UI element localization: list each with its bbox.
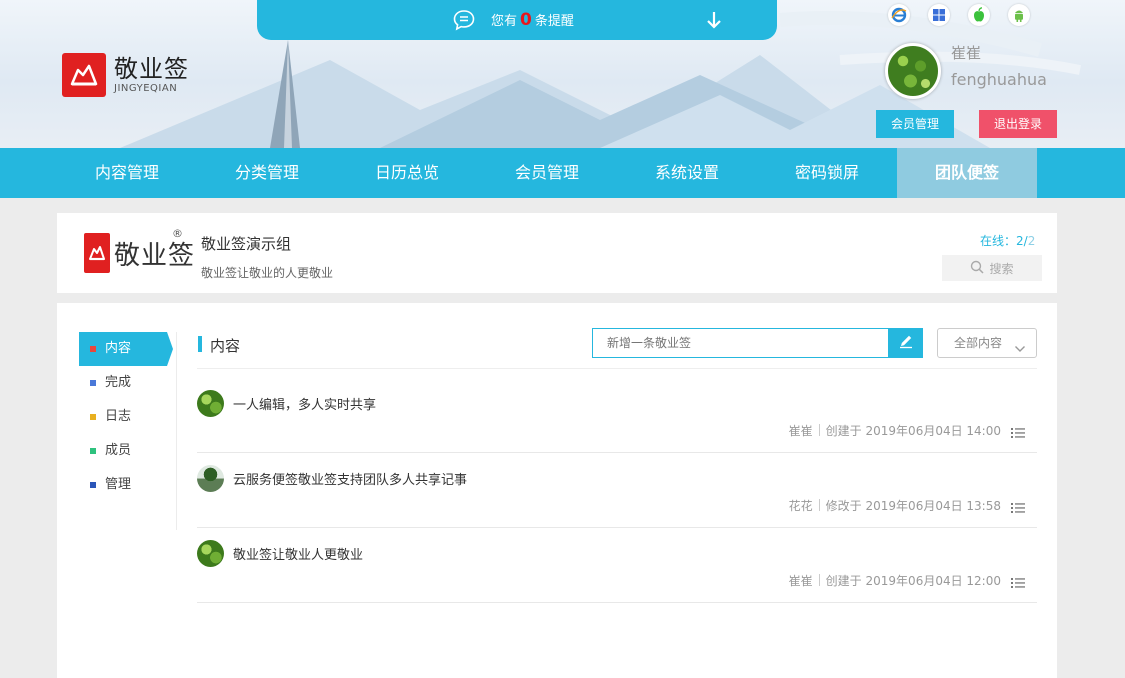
team-logo-text: 敬业签 [114,240,196,271]
meta-divider [818,499,820,511]
registered-mark: ® [172,227,183,240]
team-name: 敬业签演示组 [201,235,292,253]
note-meta: 崔崔 创建于 2019年06月04日 12:00 [789,572,1001,589]
sidebar-item-log[interactable]: 日志 [79,400,176,434]
nav-member-management[interactable]: 会员管理 [477,148,617,198]
bullet-icon [90,380,96,386]
sidebar-item-label: 完成 [105,375,132,390]
sidebar-item-manage[interactable]: 管理 [79,468,176,502]
bullet-icon [90,448,96,454]
header: 敬业签 JINGYEQIAN 您有 0 条提醒 崔崔 fenghuahua 会员… [0,0,1125,148]
note-action: 创建于 [825,574,862,588]
reminder-prefix: 您有 [491,14,518,29]
search-label: 搜索 [989,261,1014,276]
bullet-icon [90,482,96,488]
nav-calendar-overview[interactable]: 日历总览 [337,148,477,198]
android-icon[interactable] [1008,4,1030,26]
sidebar-item-label: 内容 [105,341,132,356]
team-description: 敬业签让敬业的人更敬业 [201,266,334,280]
author-avatar [197,465,224,492]
team-logo: 敬业签 ® [84,227,196,273]
filter-label: 全部内容 [954,336,1003,350]
reminder-count: 0 [520,10,532,30]
sidebar-item-completed[interactable]: 完成 [79,366,176,400]
note-action: 修改于 [825,499,862,513]
chevron-down-icon [1014,337,1026,365]
section-marker [198,336,202,352]
team-search-button[interactable]: 搜索 [942,255,1042,281]
sidebar: 内容 完成 日志 成员 管理 [79,332,177,530]
reminder-bar[interactable]: 您有 0 条提醒 [257,0,777,40]
list-menu-icon[interactable] [1011,424,1025,443]
online-status: 在线：2/2 [980,232,1035,249]
note-title[interactable]: 一人编辑，多人实时共享 [233,394,376,413]
meta-divider [818,424,820,436]
section-title: 内容 [210,337,241,355]
note-author: 崔崔 [788,424,813,438]
divider [197,368,1037,369]
search-icon [970,260,985,277]
apple-icon[interactable] [968,4,990,26]
member-management-button[interactable]: 会员管理 [876,110,954,138]
content-filter-dropdown[interactable]: 全部内容 [937,328,1037,358]
note-action: 创建于 [825,424,862,438]
add-note-button[interactable] [888,328,923,358]
nav-category-management[interactable]: 分类管理 [197,148,337,198]
list-menu-icon[interactable] [1011,499,1025,518]
new-note-input[interactable] [592,328,889,358]
nav-password-lock[interactable]: 密码锁屏 [757,148,897,198]
nav-team-notes[interactable]: 团队便签 [897,148,1037,198]
nav-content-management[interactable]: 内容管理 [57,148,197,198]
meta-divider [818,574,820,586]
note-author: 花花 [788,499,813,513]
note-item[interactable]: 云服务便签敬业签支持团队多人共享记事 花花 修改于 2019年06月04日 13:… [197,453,1037,528]
chat-bubble-icon [452,8,476,36]
sidebar-item-label: 管理 [105,477,132,492]
user-avatar[interactable] [885,43,941,99]
author-avatar [197,390,224,417]
note-time: 2019年06月04日 12:00 [865,574,1001,588]
main-nav: 内容管理 分类管理 日历总览 会员管理 系统设置 密码锁屏 团队便签 [0,148,1125,198]
bullet-icon [90,346,96,352]
ie-icon[interactable] [888,4,910,26]
reminder-suffix: 条提醒 [534,14,574,29]
user-id: fenghuahua [951,70,1047,89]
note-item[interactable]: 一人编辑，多人实时共享 崔崔 创建于 2019年06月04日 14:00 [197,378,1037,453]
note-meta: 花花 修改于 2019年06月04日 13:58 [789,497,1001,514]
pencil-icon [898,333,914,353]
logout-button[interactable]: 退出登录 [979,110,1057,138]
note-time: 2019年06月04日 13:58 [865,499,1001,513]
site-logo[interactable]: 敬业签 JINGYEQIAN [62,53,189,97]
note-item[interactable]: 敬业签让敬业人更敬业 崔崔 创建于 2019年06月04日 12:00 [197,528,1037,603]
nav-system-settings[interactable]: 系统设置 [617,148,757,198]
author-avatar [197,540,224,567]
logo-title: 敬业签 [114,54,189,83]
online-label: 在线： [980,234,1017,248]
note-meta: 崔崔 创建于 2019年06月04日 14:00 [789,422,1001,439]
sidebar-item-content[interactable]: 内容 [79,332,173,366]
logo-mark-icon [62,53,106,97]
online-current: 2 [1016,234,1024,248]
arrow-down-icon[interactable] [705,10,723,34]
main-panel: 内容 完成 日志 成员 管理 内容 全部内容 [57,303,1057,678]
team-card: 敬业签 ® 敬业签演示组 敬业签让敬业的人更敬业 在线：2/2 搜索 [57,213,1057,293]
sidebar-item-label: 日志 [105,409,132,424]
bullet-icon [90,414,96,420]
note-title[interactable]: 敬业签让敬业人更敬业 [233,544,363,563]
note-author: 崔崔 [788,574,813,588]
note-time: 2019年06月04日 14:00 [865,424,1001,438]
list-menu-icon[interactable] [1011,574,1025,593]
online-total: 2 [1027,234,1036,248]
sidebar-item-label: 成员 [105,443,132,458]
note-title[interactable]: 云服务便签敬业签支持团队多人共享记事 [233,469,467,488]
logo-subtitle: JINGYEQIAN [114,82,178,94]
user-name: 崔崔 [951,44,982,62]
team-logo-mark-icon [84,233,110,273]
sidebar-item-members[interactable]: 成员 [79,434,176,468]
platform-downloads [888,4,1030,26]
reminder-text: 您有 0 条提醒 [491,10,574,32]
windows-icon[interactable] [928,4,950,26]
